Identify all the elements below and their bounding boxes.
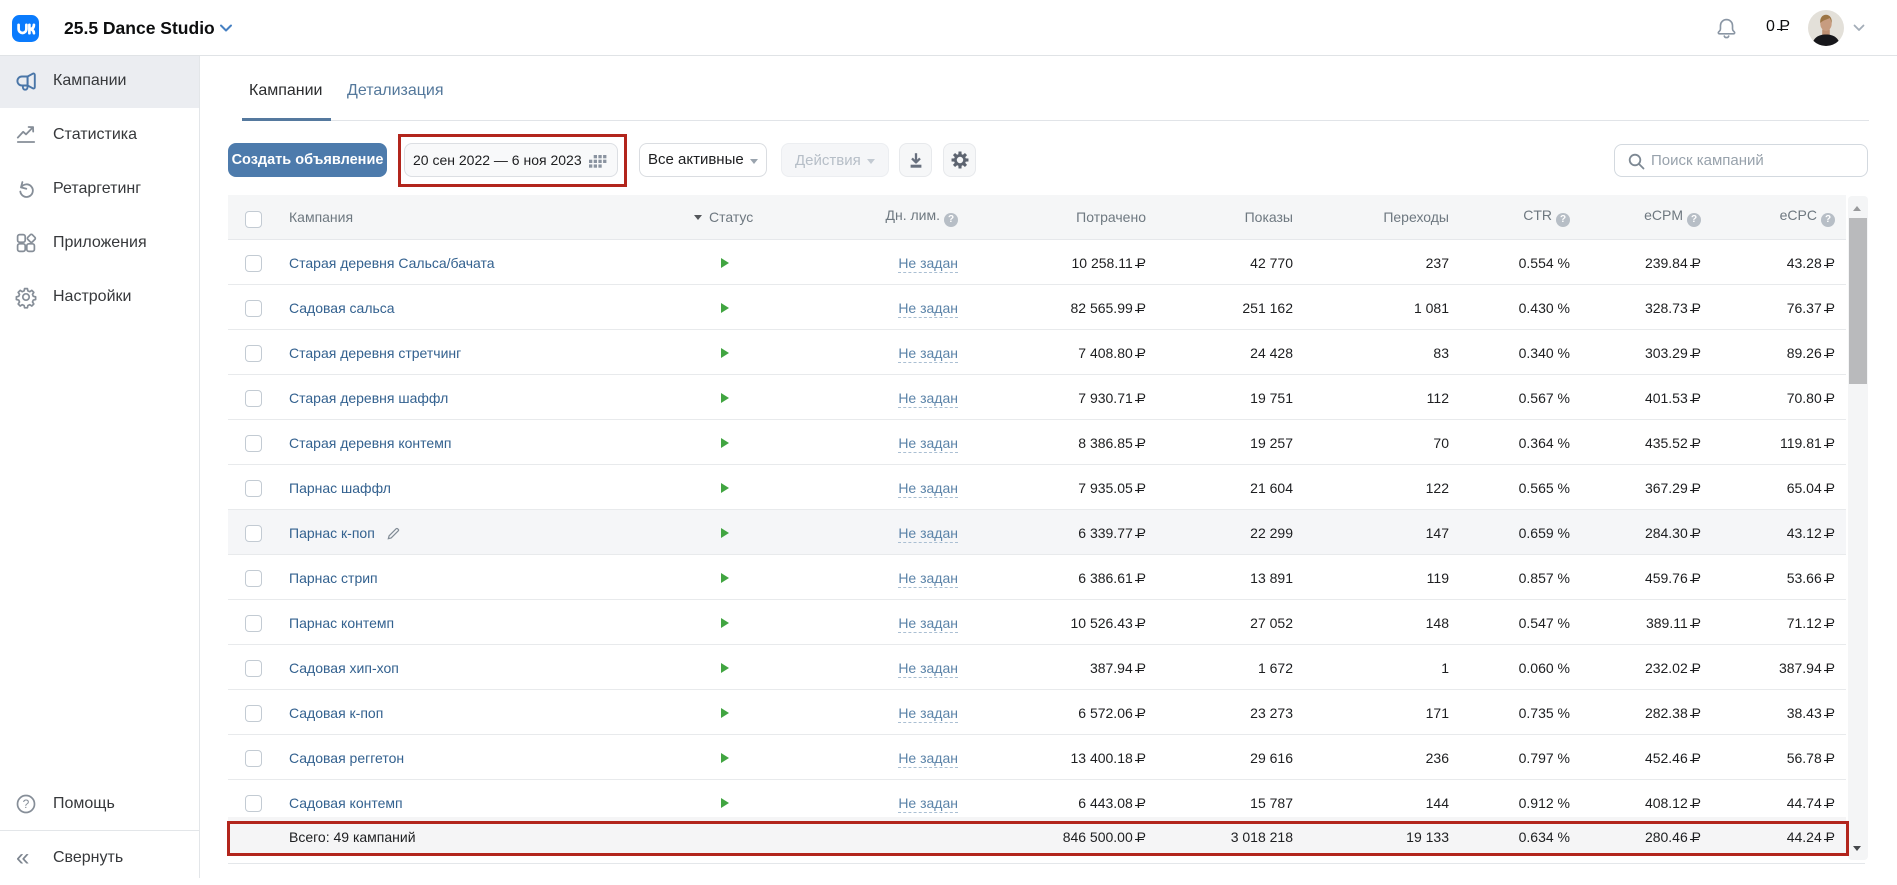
svg-text:?: ?	[23, 797, 30, 811]
